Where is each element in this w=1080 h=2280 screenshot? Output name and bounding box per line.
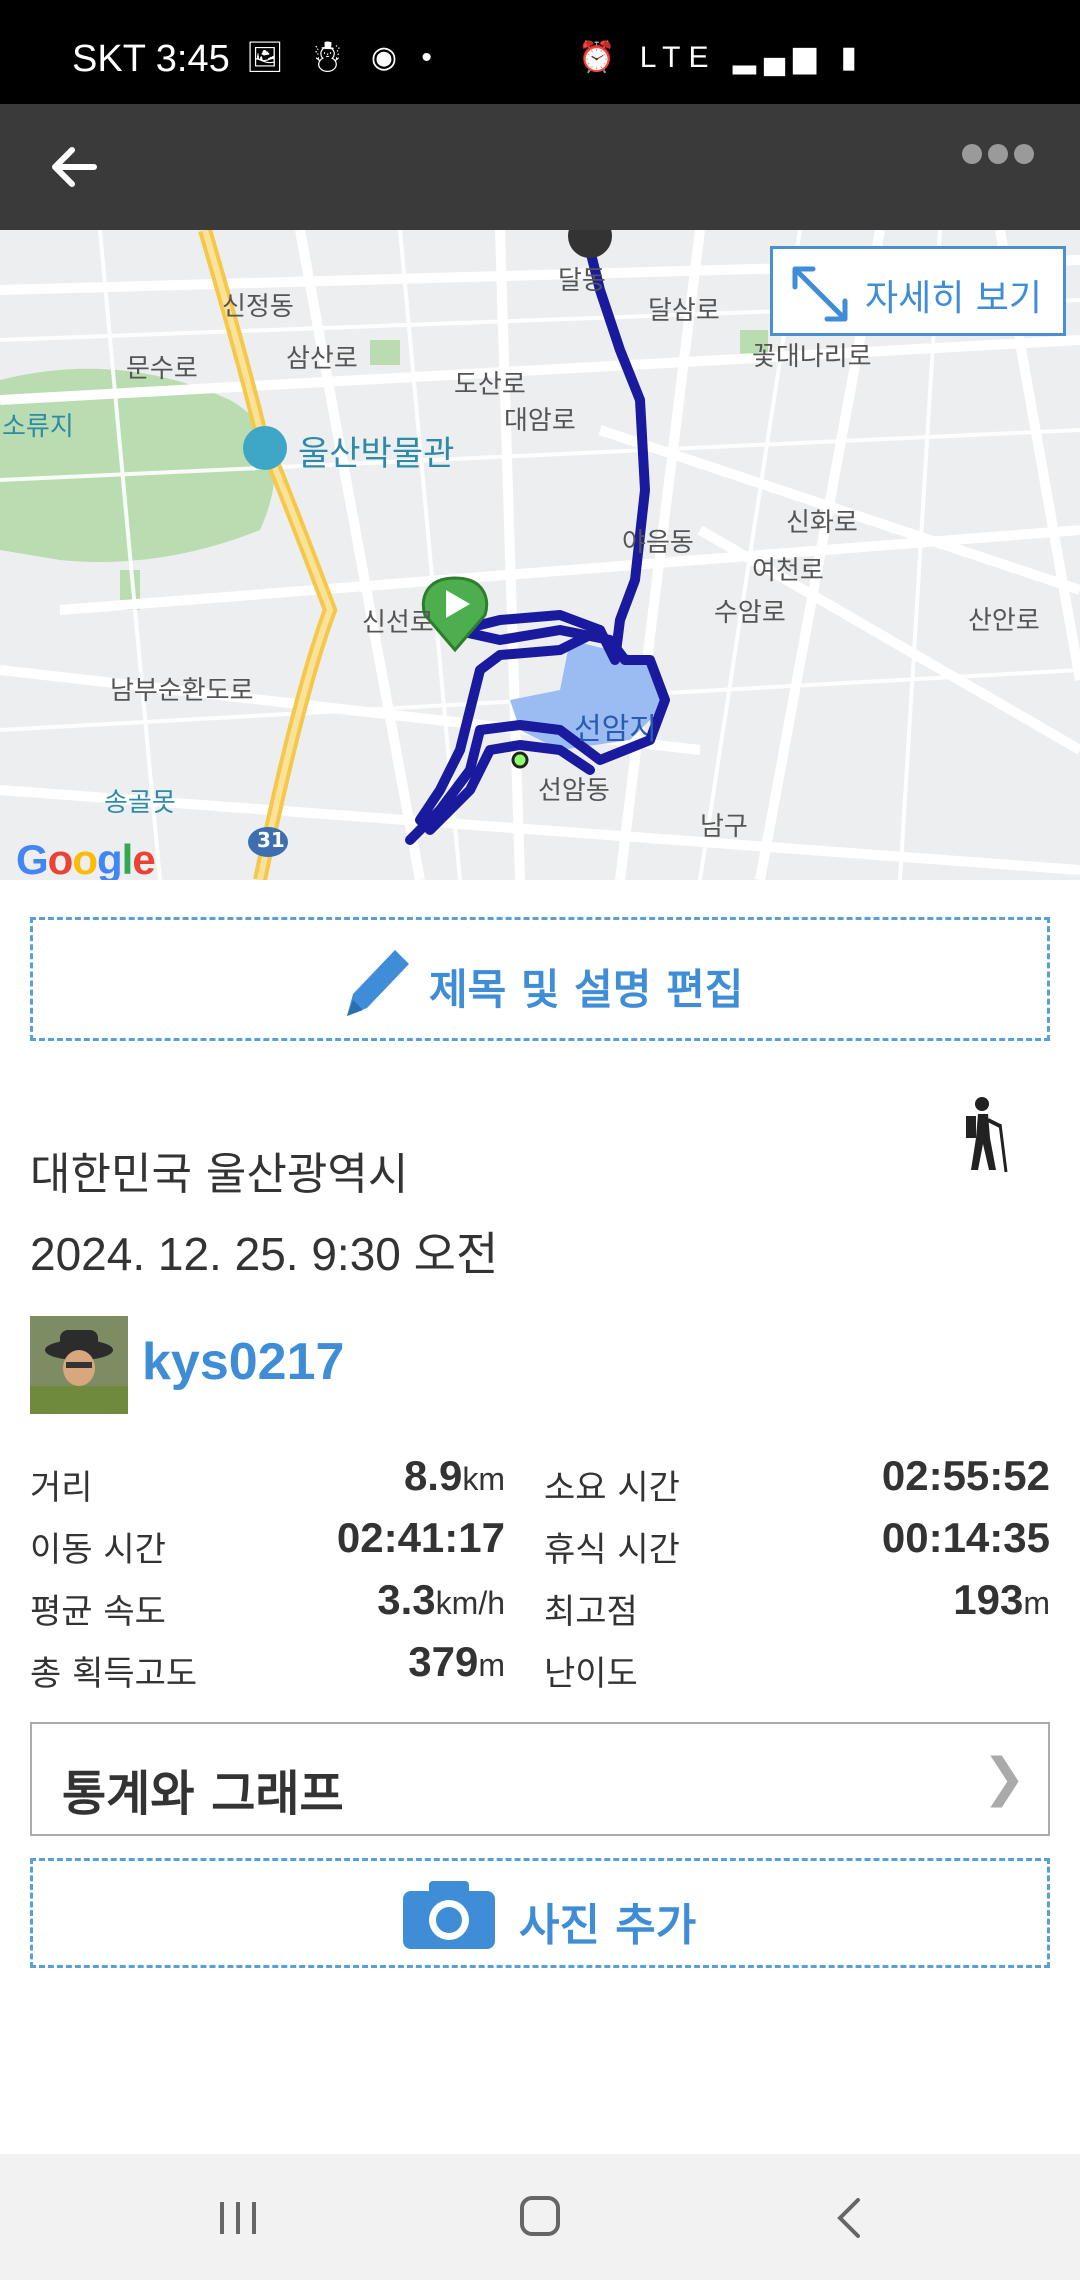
stat-label: 총 획득고도 (30, 1654, 198, 1694)
location-text: 대한민국 울산광역시 (30, 1149, 409, 1200)
map-label: 신화로 (786, 508, 858, 538)
stats-graph-button[interactable]: 통계와 그래프 ❯ (30, 1722, 1050, 1836)
stat-value: 02:41:17 (336, 1514, 505, 1561)
arrow-left-icon (52, 147, 97, 187)
stat-value: 379m (408, 1638, 505, 1685)
system-icons: ⏰ LTE ▂▄▆ ▮ (578, 41, 866, 74)
map-label: 수암로 (714, 598, 786, 628)
map-label: 달동 (558, 266, 606, 296)
camera-icon (403, 1881, 495, 1949)
map-label: 신정동 (222, 292, 294, 322)
stat-label: 소요 시간 (544, 1468, 680, 1508)
stat-value: 8.9km (403, 1452, 505, 1499)
map-label: 31 (257, 828, 285, 852)
google-logo: Google (16, 836, 156, 880)
back-nav-icon[interactable] (828, 2196, 872, 2240)
username-link[interactable]: kys0217 (142, 1332, 344, 1392)
pencil-icon (347, 950, 409, 1016)
stat-label: 평균 속도 (30, 1592, 166, 1632)
stat-unit: m (478, 1647, 505, 1683)
route-map[interactable]: 신정동 달삼로 문수로 삼산로 도산로 울산박물관 대암로 꽃대나리로 신선로 … (0, 230, 1080, 880)
stat-value: 3.3km/h (377, 1576, 505, 1623)
stats-table: 거리 8.9km 소요 시간 02:55:52 이동 시간 02:41:17 휴식 시간 00… (30, 1446, 1050, 1694)
stat-label: 거리 (30, 1468, 93, 1508)
map-label: 대암로 (504, 406, 576, 436)
app-bar (0, 104, 1080, 230)
add-photo-button[interactable]: 사진 추가 (30, 1858, 1050, 1968)
map-label: 야음동 (622, 528, 694, 558)
map-label: 산안로 (968, 606, 1040, 636)
stat-label: 이동 시간 (30, 1530, 166, 1570)
stat-label: 휴식 시간 (544, 1530, 680, 1570)
back-button[interactable] (42, 134, 108, 200)
more-options-button[interactable] (962, 144, 1052, 190)
map-label: 남구 (700, 812, 748, 842)
hiking-icon (956, 1094, 1012, 1178)
map-label: 송골못 (104, 788, 176, 818)
map-label: 여천로 (752, 556, 824, 586)
recent-apps-icon[interactable] (216, 2196, 260, 2240)
system-nav-bar (0, 2154, 1080, 2280)
stat-row: 이동 시간 02:41:17 휴식 시간 00:14:35 (30, 1508, 1050, 1570)
stat-value: 02:55:52 (881, 1452, 1050, 1499)
stat-row: 총 획득고도 379m 난이도 (30, 1632, 1050, 1694)
stat-label: 최고점 (544, 1592, 638, 1632)
avatar[interactable] (30, 1316, 128, 1414)
stat-unit: km/h (435, 1585, 505, 1621)
map-label: 도산로 (454, 370, 526, 400)
stat-unit: km (462, 1461, 505, 1497)
stat-row: 평균 속도 3.3km/h 최고점 193m (30, 1570, 1050, 1632)
map-label: 울산박물관 (298, 434, 455, 474)
map-label: 선암동 (538, 776, 610, 806)
map-label: 달삼로 (648, 296, 720, 326)
stat-row: 거리 8.9km 소요 시간 02:55:52 (30, 1446, 1050, 1508)
map-label: 신선로 (362, 608, 434, 638)
stat-value: 193m (953, 1576, 1050, 1623)
map-label: 문수로 (126, 354, 198, 384)
map-label: 선암지 (574, 712, 657, 747)
status-bar: SKT 3:45 🖼 ☃ ◉ • ⏰ LTE ▂▄▆ ▮ (0, 0, 1080, 104)
add-photo-label: 사진 추가 (519, 1900, 697, 1951)
stats-graph-label: 통계와 그래프 (62, 1766, 344, 1822)
edit-title-button[interactable]: 제목 및 설명 편집 (30, 917, 1050, 1041)
datetime-text: 2024. 12. 25. 9:30 오전 (30, 1228, 499, 1280)
more-dots-icon (962, 144, 982, 164)
status-time: SKT 3:45 (72, 38, 230, 80)
view-detail-button[interactable]: 자세히 보기 (770, 246, 1066, 336)
chevron-right-icon: ❯ (982, 1748, 1026, 1808)
map-label: 삼산로 (286, 344, 358, 374)
home-icon[interactable] (518, 2194, 562, 2238)
map-label: 꽃대나리로 (752, 342, 872, 372)
edit-title-label: 제목 및 설명 편집 (429, 965, 744, 1014)
stat-value: 00:14:35 (881, 1514, 1050, 1561)
map-label: 남부순환도로 (110, 676, 254, 706)
expand-icon (792, 266, 848, 322)
view-detail-label: 자세히 보기 (865, 278, 1043, 319)
stat-unit: m (1023, 1585, 1050, 1621)
stat-label: 난이도 (544, 1654, 638, 1694)
map-label: 소류지 (2, 412, 74, 442)
notification-icons: 🖼 ☃ ◉ • (246, 41, 440, 74)
